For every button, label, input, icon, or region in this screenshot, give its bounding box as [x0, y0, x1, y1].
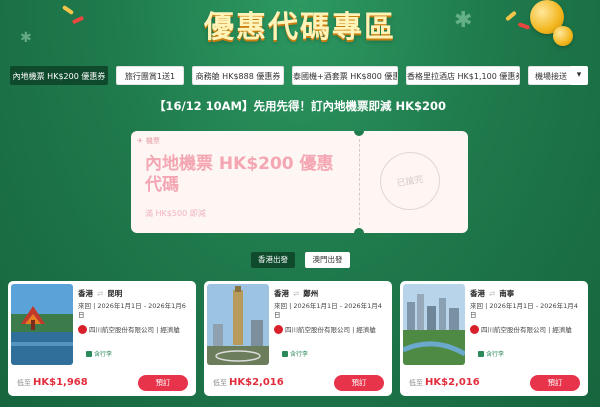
tab-tour-buy-one-get-one[interactable]: 旅行團賞1送1 [116, 66, 184, 85]
destination-image [207, 284, 269, 365]
coupon-tag-label: 機票 [145, 137, 160, 145]
tab-thailand-package-coupon[interactable]: 泰國機+酒套票 HK$800 優惠券 [292, 66, 398, 85]
swap-arrow-icon: ⇌ [293, 289, 300, 298]
flight-route: 香港 ⇌ 南寧 [470, 289, 515, 298]
luggage-icon [478, 351, 484, 357]
coupon-condition: 滿 HK$500 即減 [145, 209, 206, 218]
luggage-icon [86, 351, 92, 357]
baggage-badge: 含行李 [478, 349, 504, 358]
swap-arrow-icon: ⇌ [489, 289, 496, 298]
coupon-tabs: 內地機票 HK$200 優惠券 旅行團賞1送1 商務艙 HK$888 優惠券 泰… [10, 66, 590, 85]
tab-mainland-flight-coupon[interactable]: 內地機票 HK$200 優惠券 [10, 66, 108, 85]
baggage-badge: 含行李 [282, 349, 308, 358]
price: 低至 HK$2,016 [409, 377, 480, 388]
flight-card[interactable]: 香港 ⇌ 鄭州 來回 | 2026年1月1日 - 2026年1月4日 四川航空股份有… [204, 281, 392, 396]
tab-airport-transfer[interactable]: 機場接送 [528, 66, 574, 85]
price: 低至 HK$1,968 [17, 377, 88, 388]
flight-route: 香港 ⇌ 鄭州 [274, 289, 319, 298]
tab-business-class-coupon[interactable]: 商務艙 HK$888 優惠券 [192, 66, 284, 85]
luggage-icon [282, 351, 288, 357]
promo-headline: 【16/12 10AM】先用先得！訂內地機票即減 HK$200 [153, 99, 447, 113]
swap-arrow-icon: ⇌ [97, 289, 104, 298]
coupon-notch [354, 131, 364, 136]
airline-info: 四川航空股份有限公司 | 經濟艙 [470, 325, 582, 335]
plane-icon: ✈ [137, 137, 143, 145]
chevron-down-icon[interactable]: ▾ [570, 66, 588, 85]
airline-logo [78, 325, 87, 334]
tab-shangri-la-coupon[interactable]: 香格里拉酒店 HK$1,100 優惠券 [406, 66, 520, 85]
coupon-tag: ✈ 機票 [137, 136, 160, 146]
coupon-title: 內地機票 HK$200 優惠代碼 [145, 154, 334, 195]
coupon-main: ✈ 機票 內地機票 HK$200 優惠代碼 滿 HK$500 即減 [131, 131, 359, 233]
depart-macau-button[interactable]: 澳門出發 [305, 252, 350, 268]
book-button[interactable]: 預訂 [334, 375, 384, 391]
depart-hong-kong-button[interactable]: 香港出發 [251, 252, 295, 268]
flight-card[interactable]: 香港 ⇌ 南寧 來回 | 2026年1月1日 - 2026年1月4日 四川航空股份有… [400, 281, 588, 396]
airline-info: 四川航空股份有限公司 | 經濟艙 [274, 325, 386, 335]
book-button[interactable]: 預訂 [138, 375, 188, 391]
travel-dates: 來回 | 2026年1月1日 - 2026年1月6日 [78, 302, 186, 319]
airline-info: 四川航空股份有限公司 | 經濟艙 [78, 325, 190, 335]
flight-card[interactable]: 香港 ⇌ 昆明 來回 | 2026年1月1日 - 2026年1月6日 四川航空股份有… [8, 281, 196, 396]
price: 低至 HK$2,016 [213, 377, 284, 388]
destination-image [403, 284, 465, 365]
airline-logo [274, 325, 283, 334]
coupon-notch [354, 228, 364, 233]
book-button[interactable]: 預訂 [530, 375, 580, 391]
flight-route: 香港 ⇌ 昆明 [78, 289, 123, 298]
airline-logo [470, 325, 479, 334]
baggage-badge: 含行李 [86, 349, 112, 358]
travel-dates: 來回 | 2026年1月1日 - 2026年1月4日 [274, 302, 382, 319]
coupon-divider [359, 139, 360, 225]
travel-dates: 來回 | 2026年1月1日 - 2026年1月4日 [470, 302, 578, 319]
destination-image [11, 284, 73, 365]
page-title: 優惠代碼專區 [204, 10, 396, 45]
